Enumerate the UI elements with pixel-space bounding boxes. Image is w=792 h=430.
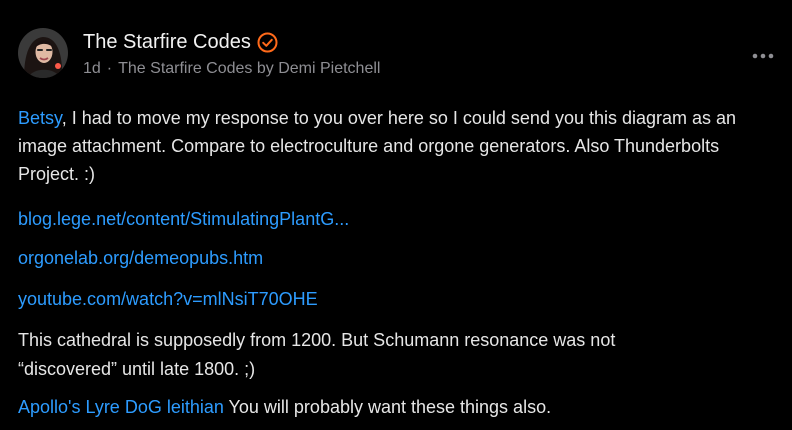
mention-apollos-lyre[interactable]: Apollo's Lyre DoG leithian [18, 397, 224, 417]
closing-text: You will probably want these things also… [223, 397, 552, 417]
link-row-2: orgonelab.org/demeopubs.htm [18, 244, 263, 272]
intro-text: , I had to move my response to you over … [18, 108, 737, 184]
post-body: Betsy, I had to move my response to you … [18, 104, 778, 188]
author-block: The Starfire Codes [83, 30, 278, 54]
post-time: 1d [83, 60, 101, 77]
author-name[interactable]: The Starfire Codes [83, 30, 251, 54]
author-avatar[interactable] [18, 28, 68, 78]
link-blog-lege[interactable]: blog.lege.net/content/StimulatingPlantG.… [18, 209, 349, 229]
link-youtube[interactable]: youtube.com/watch?v=mlNsiT70OHE [18, 289, 318, 309]
mention-betsy[interactable]: Betsy [18, 108, 62, 128]
link-row-1: blog.lege.net/content/StimulatingPlantG.… [18, 205, 349, 233]
verified-check-icon [257, 32, 278, 53]
meta-separator: · [106, 60, 113, 77]
publication-name[interactable]: The Starfire Codes by Demi Pietchell [118, 60, 380, 77]
link-row-3: youtube.com/watch?v=mlNsiT70OHE [18, 285, 318, 313]
closing-paragraph: Apollo's Lyre DoG leithian You will prob… [18, 393, 551, 421]
post-meta: 1d · The Starfire Codes by Demi Pietchell [83, 59, 380, 79]
cathedral-paragraph: This cathedral is supposedly from 1200. … [18, 330, 616, 379]
more-dots-icon[interactable] [752, 48, 774, 59]
post-card: The Starfire Codes 1d · The Starfire Codes… [0, 0, 792, 430]
intro-paragraph: Betsy, I had to move my response to you … [18, 104, 768, 188]
link-orgonelab[interactable]: orgonelab.org/demeopubs.htm [18, 248, 263, 268]
post-header: The Starfire Codes 1d · The Starfire Codes… [18, 28, 774, 84]
